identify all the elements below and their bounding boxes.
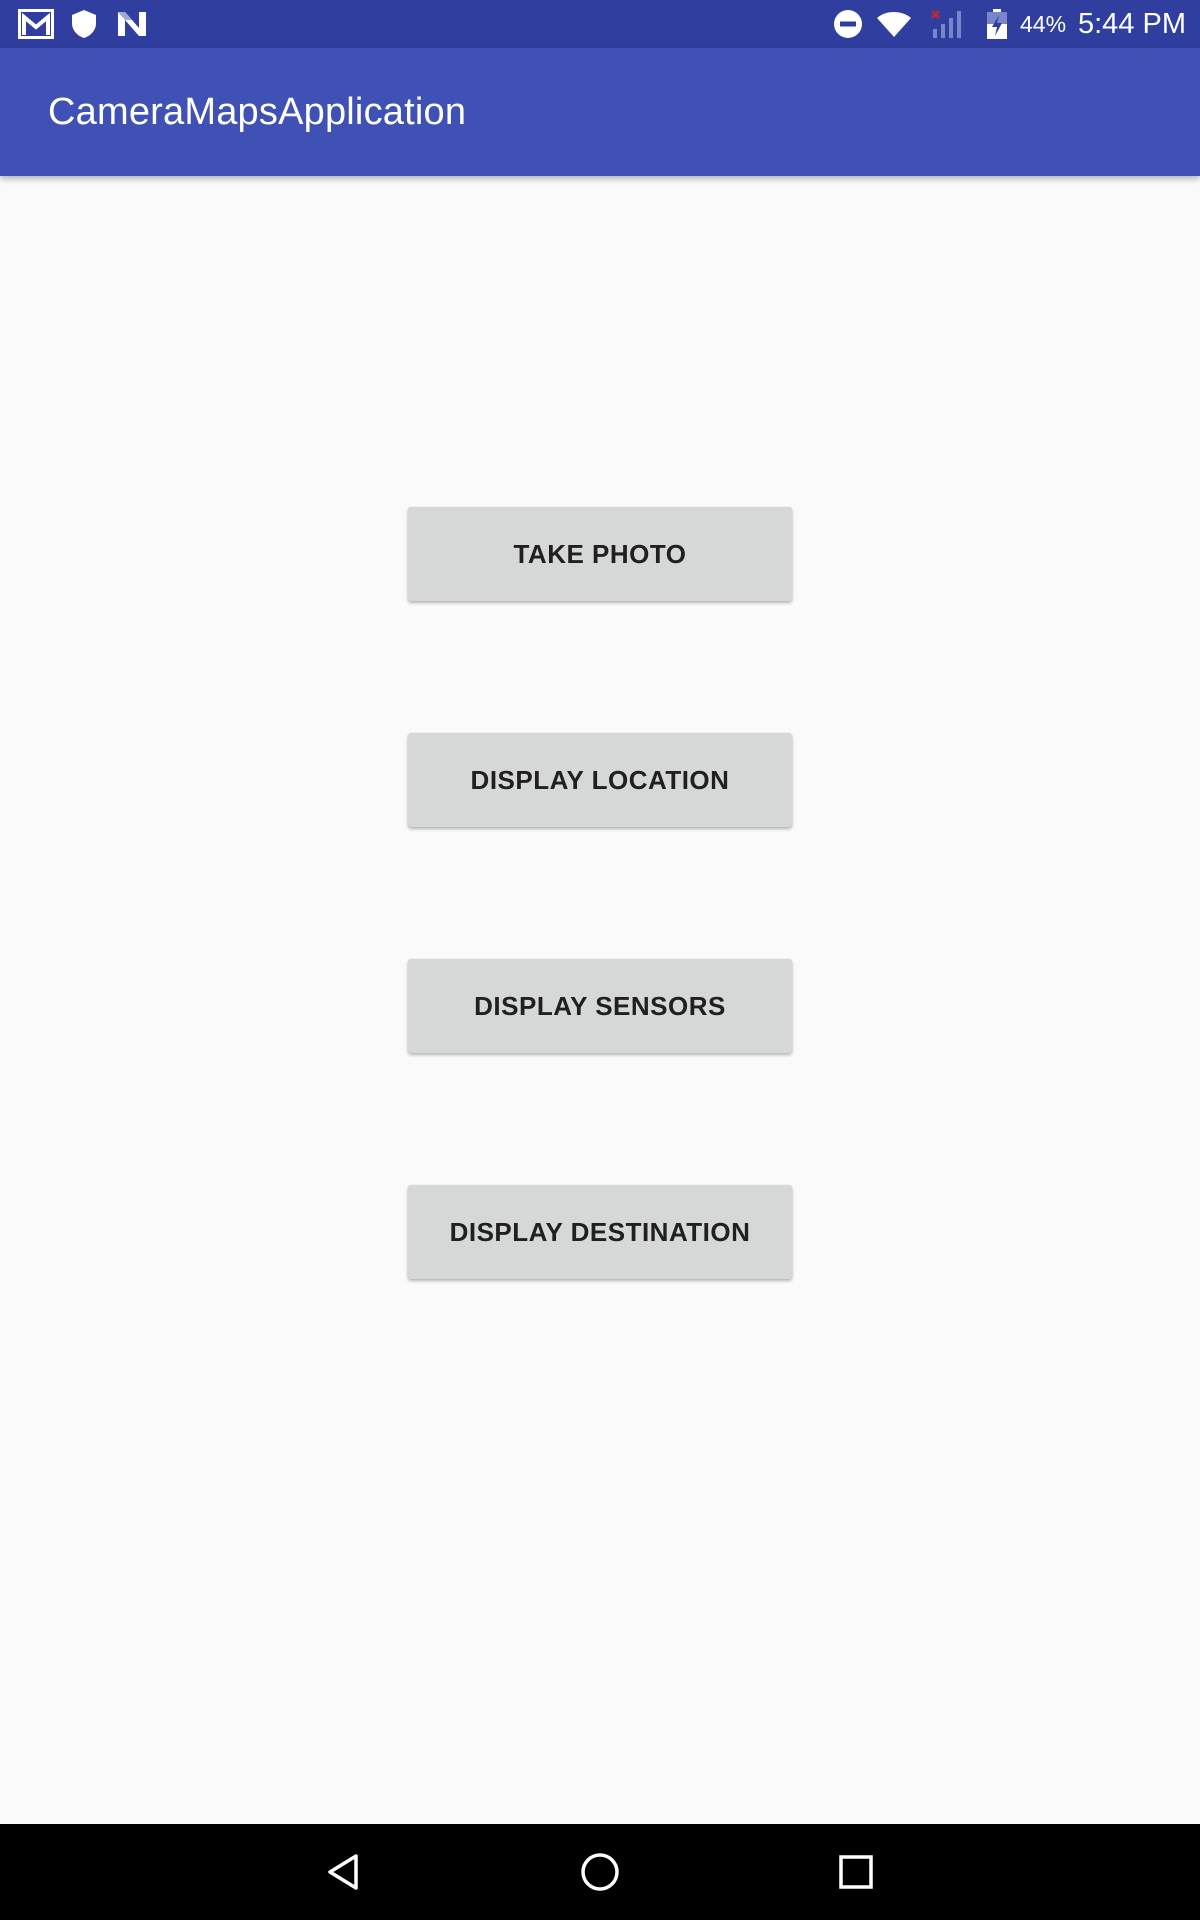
main-content: TAKE PHOTO DISPLAY LOCATION DISPLAY SENS… — [0, 176, 1200, 1824]
app-title: CameraMapsApplication — [48, 91, 467, 133]
display-sensors-button[interactable]: DISPLAY SENSORS — [408, 959, 792, 1053]
shield-icon — [70, 0, 98, 48]
status-bar: 44% 5:44 PM — [0, 0, 1200, 48]
wifi-icon — [876, 0, 912, 48]
do-not-disturb-icon — [833, 0, 863, 48]
recents-icon[interactable] — [796, 1824, 916, 1920]
gmail-icon — [18, 0, 54, 48]
clock-time: 5:44 PM — [1078, 8, 1186, 40]
battery-charging-icon — [986, 0, 1008, 48]
display-location-button[interactable]: DISPLAY LOCATION — [408, 733, 792, 827]
battery-percent: 44% — [1020, 11, 1067, 37]
cellular-no-signal-icon — [930, 0, 964, 48]
home-icon[interactable] — [540, 1824, 660, 1920]
app-bar: CameraMapsApplication — [0, 48, 1200, 176]
n-app-icon — [116, 0, 148, 48]
take-photo-button[interactable]: TAKE PHOTO — [408, 507, 792, 601]
display-destination-button[interactable]: DISPLAY DESTINATION — [408, 1185, 792, 1279]
navigation-bar — [0, 1824, 1200, 1920]
back-icon[interactable] — [284, 1824, 404, 1920]
